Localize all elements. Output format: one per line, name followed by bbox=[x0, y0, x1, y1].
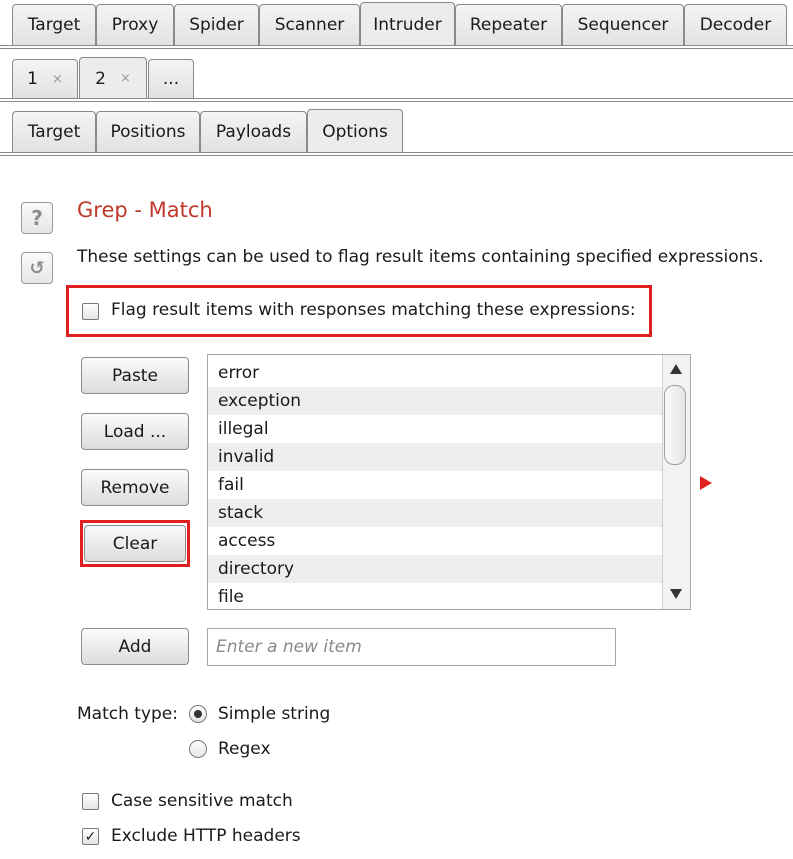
list-item[interactable]: error bbox=[208, 359, 663, 387]
tab-positions[interactable]: Positions bbox=[96, 111, 200, 152]
tab-target[interactable]: Target bbox=[12, 111, 96, 152]
close-icon[interactable]: × bbox=[120, 71, 131, 86]
case-sensitive-label: Case sensitive match bbox=[111, 791, 293, 811]
main-tab-spider[interactable]: Spider bbox=[174, 4, 259, 45]
divider bbox=[0, 101, 793, 102]
attack-tab-2[interactable]: 2 × bbox=[79, 57, 147, 99]
match-type-label: Match type: bbox=[77, 704, 178, 724]
flag-result-label: Flag result items with responses matchin… bbox=[111, 300, 636, 320]
remove-button[interactable]: Remove bbox=[81, 469, 189, 506]
divider bbox=[0, 152, 793, 153]
reset-icon[interactable]: ↺ bbox=[21, 252, 53, 284]
divider bbox=[0, 155, 793, 156]
list-item[interactable]: fail bbox=[208, 471, 663, 499]
main-tab-target[interactable]: Target bbox=[12, 4, 96, 45]
check-icon: ✓ bbox=[84, 828, 97, 845]
scroll-up-icon[interactable] bbox=[670, 364, 682, 374]
divider bbox=[0, 98, 793, 99]
list-scrollbar[interactable] bbox=[662, 355, 690, 609]
case-sensitive-checkbox[interactable] bbox=[82, 793, 99, 810]
main-tab-repeater[interactable]: Repeater bbox=[455, 4, 562, 45]
scroll-down-icon[interactable] bbox=[670, 589, 682, 599]
simple-string-radio[interactable] bbox=[189, 705, 207, 723]
list-item[interactable]: access bbox=[208, 527, 663, 555]
new-item-input[interactable] bbox=[207, 628, 616, 666]
attack-tab-1[interactable]: 1 × bbox=[12, 59, 78, 98]
divider bbox=[0, 48, 793, 49]
flag-result-checkbox[interactable] bbox=[82, 303, 99, 320]
list-item[interactable]: invalid bbox=[208, 443, 663, 471]
red-pointer-icon bbox=[700, 476, 712, 490]
expression-list[interactable]: error exception illegal invalid fail sta… bbox=[207, 354, 691, 610]
main-tab-sequencer[interactable]: Sequencer bbox=[562, 4, 684, 45]
tab-options[interactable]: Options bbox=[307, 109, 403, 153]
paste-button[interactable]: Paste bbox=[81, 357, 189, 394]
clear-button[interactable]: Clear bbox=[84, 525, 186, 562]
help-icon[interactable]: ? bbox=[21, 202, 53, 234]
list-item[interactable]: directory bbox=[208, 555, 663, 583]
add-button[interactable]: Add bbox=[81, 628, 189, 665]
list-item[interactable]: stack bbox=[208, 499, 663, 527]
tab-payloads[interactable]: Payloads bbox=[200, 111, 307, 152]
exclude-headers-label: Exclude HTTP headers bbox=[111, 826, 301, 846]
exclude-headers-checkbox[interactable]: ✓ bbox=[82, 828, 99, 845]
close-icon[interactable]: × bbox=[52, 72, 63, 87]
divider bbox=[0, 45, 793, 46]
main-tab-decoder[interactable]: Decoder bbox=[684, 4, 787, 45]
section-description: These settings can be used to flag resul… bbox=[77, 247, 764, 267]
section-title: Grep - Match bbox=[77, 198, 213, 222]
list-item[interactable]: file bbox=[208, 583, 663, 609]
list-item[interactable]: exception bbox=[208, 387, 663, 415]
main-tab-scanner[interactable]: Scanner bbox=[259, 4, 360, 45]
simple-string-label: Simple string bbox=[218, 704, 331, 724]
main-tab-intruder[interactable]: Intruder bbox=[360, 2, 455, 46]
scrollbar-thumb[interactable] bbox=[664, 385, 686, 465]
regex-label: Regex bbox=[218, 739, 271, 759]
new-attack-tab[interactable]: ... bbox=[148, 59, 194, 98]
attack-tab-label: 2 bbox=[95, 68, 106, 89]
regex-radio[interactable] bbox=[189, 740, 207, 758]
main-tab-proxy[interactable]: Proxy bbox=[96, 4, 174, 45]
attack-tab-label: 1 bbox=[27, 69, 38, 89]
load-button[interactable]: Load ... bbox=[81, 413, 189, 450]
list-item[interactable]: illegal bbox=[208, 415, 663, 443]
